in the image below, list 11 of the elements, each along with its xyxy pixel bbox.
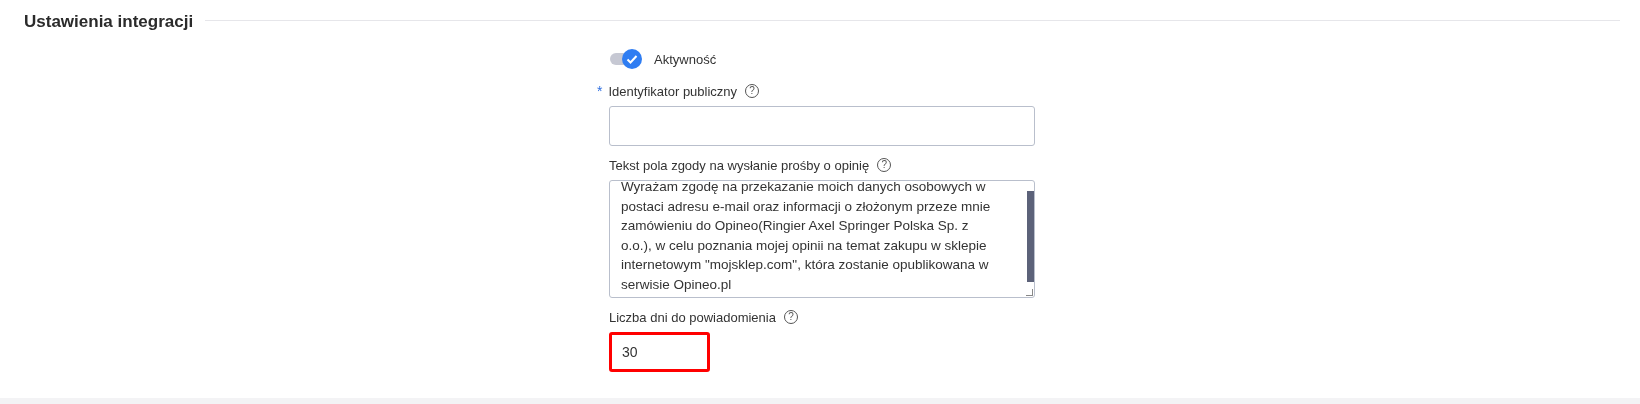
input-field[interactable]: 30 <box>609 332 710 372</box>
toggle-label: Aktywność <box>654 51 717 67</box>
section-title: Ustawienia integracji <box>24 12 194 32</box>
resize-grip[interactable] <box>1026 289 1033 296</box>
input-field[interactable] <box>609 106 1035 146</box>
field-label: Liczba dni do powiadomienia <box>609 309 776 325</box>
field-label: Tekst pola zgody na wysłanie prośby o opinię <box>609 157 870 173</box>
text-area[interactable]: Wyrażam zgodę na przekazanie moich danych osobowych w postaci adresu e-mail oraz informacji o złożonym przeze mnie zamówieniu do Opineo(Ringier Axel Springer Polska Sp. z o.o.), w celu poznania mojej opinii na temat zakupu w sklepie internetowym "mojsklep.com", która zostanie opublikowana w serwisie Opineo.pl <box>609 180 1035 298</box>
scrollbar[interactable] <box>1027 191 1034 282</box>
required-mark: * <box>597 83 603 99</box>
field-label: Identyfikator publiczny <box>608 83 738 99</box>
